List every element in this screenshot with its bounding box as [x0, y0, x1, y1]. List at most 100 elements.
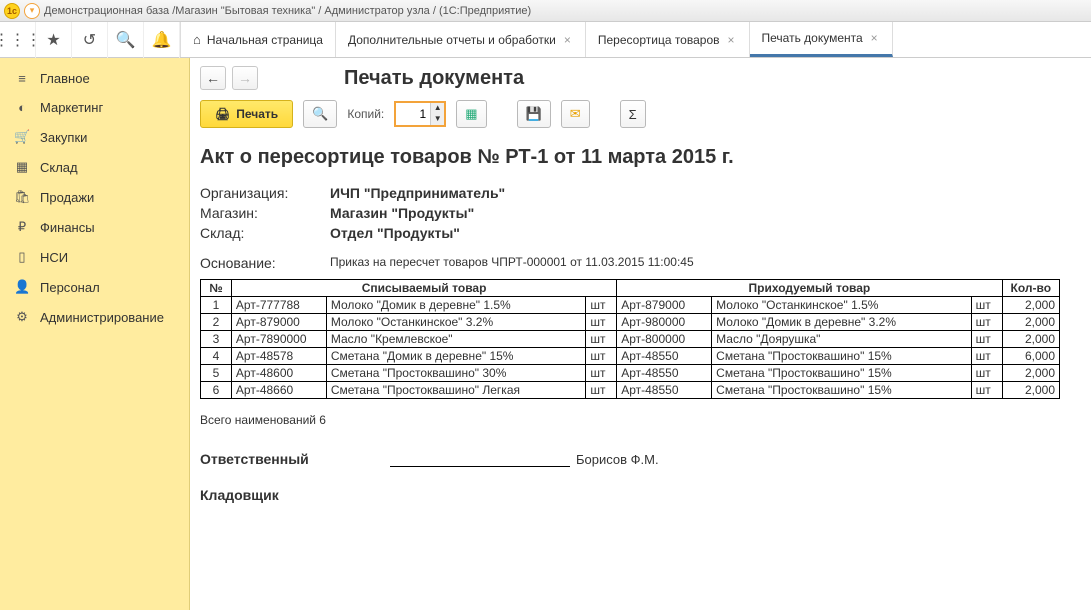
tab-печать-документа[interactable]: Печать документа×	[750, 22, 893, 57]
cell: Сметана "Простоквашино" 15%	[712, 365, 971, 382]
cell: Молоко "Домик в деревне" 1.5%	[326, 297, 585, 314]
print-button[interactable]: 🖨 Печать	[200, 100, 293, 128]
cell: 6	[201, 382, 232, 399]
sidebar-label: Маркетинг	[40, 100, 103, 115]
cell: Масло "Кремлевское"	[326, 331, 585, 348]
org-label: Организация:	[200, 185, 330, 201]
history-icon[interactable]: ↺	[72, 22, 108, 58]
cell: 2,000	[1002, 314, 1059, 331]
save-button[interactable]: 💾	[517, 100, 551, 128]
action-toolbar: 🖨 Печать 🔍 Копий: ▲ ▼ ▦ 💾 ✉ Σ	[200, 100, 1081, 128]
copies-up[interactable]: ▲	[430, 103, 444, 114]
search-icon[interactable]: 🔍	[108, 22, 144, 58]
signature-line	[390, 451, 570, 467]
sidebar-label: Продажи	[40, 190, 94, 205]
copies-down[interactable]: ▼	[430, 114, 444, 125]
basis-value: Приказ на пересчет товаров ЧПРТ-000001 о…	[330, 255, 694, 271]
resp-label: Ответственный	[200, 451, 390, 467]
store-label: Кладовщик	[200, 487, 390, 503]
table-row[interactable]: 5Арт-48600Сметана "Простоквашино" 30%штА…	[201, 365, 1060, 382]
table-button[interactable]: ▦	[456, 100, 486, 128]
cell: Сметана "Простоквашино" 15%	[712, 348, 971, 365]
doc-heading: Акт о пересортице товаров № РТ-1 от 11 м…	[200, 146, 1081, 169]
table-row[interactable]: 4Арт-48578Сметана "Домик в деревне" 15%ш…	[201, 348, 1060, 365]
cell: 1	[201, 297, 232, 314]
sidebar-icon: ▦	[14, 159, 30, 175]
sidebar-icon: 👤	[14, 279, 30, 295]
quick-tools: ⋮⋮⋮ ★ ↺ 🔍 🔔	[0, 22, 181, 57]
responsible-row: Ответственный Борисов Ф.М.	[200, 451, 1081, 467]
cell: Арт-7890000	[231, 331, 326, 348]
sidebar-item-склад[interactable]: ▦Склад	[0, 152, 189, 182]
sidebar-item-финансы[interactable]: ₽Финансы	[0, 212, 189, 242]
cell: Арт-980000	[617, 314, 712, 331]
sum-button[interactable]: Σ	[620, 100, 646, 128]
sidebar-item-продажи[interactable]: 🛍 Продажи	[0, 182, 189, 212]
sidebar-label: Персонал	[40, 280, 100, 295]
cell: 6,000	[1002, 348, 1059, 365]
tab-label: Пересортица товаров	[598, 33, 720, 47]
tab-начальная-страница[interactable]: ⌂ Начальная страница	[181, 22, 336, 57]
cell: 3	[201, 331, 232, 348]
close-icon[interactable]: ×	[562, 33, 573, 47]
cell: шт	[586, 314, 617, 331]
table-row[interactable]: 3Арт-7890000Масло "Кремлевское" шт Арт-800…	[201, 331, 1060, 348]
sidebar-icon: 🛍	[14, 189, 30, 205]
tab-label: Начальная страница	[207, 33, 323, 47]
cell: 2,000	[1002, 382, 1059, 399]
table-row[interactable]: 1Арт-777788Молоко "Домик в деревне" 1.5%…	[201, 297, 1060, 314]
basis-label: Основание:	[200, 255, 330, 271]
apps-icon[interactable]: ⋮⋮⋮	[0, 22, 36, 58]
cell: шт	[971, 331, 1002, 348]
sidebar-item-закупки[interactable]: 🛒Закупки	[0, 122, 189, 152]
cell: Арт-777788	[231, 297, 326, 314]
shop-label: Магазин:	[200, 205, 330, 221]
back-button[interactable]: ←	[200, 66, 226, 90]
sidebar-item-маркетинг[interactable]: ◐ Маркетинг	[0, 93, 189, 122]
cell: Арт-800000	[617, 331, 712, 348]
save-icon: 💾	[526, 106, 542, 122]
cell: Арт-48550	[617, 365, 712, 382]
sidebar-label: Финансы	[40, 220, 95, 235]
cell: шт	[971, 314, 1002, 331]
sidebar-item-нси[interactable]: ▯НСИ	[0, 242, 189, 272]
total-line: Всего наименований 6	[200, 413, 1081, 427]
table-row[interactable]: 6Арт-48660Сметана "Простоквашино" Легкая…	[201, 382, 1060, 399]
app-logo-icon: 1c	[4, 3, 20, 19]
sigma-icon: Σ	[629, 107, 637, 122]
cell: шт	[971, 297, 1002, 314]
star-icon[interactable]: ★	[36, 22, 72, 58]
tab-bar: ⌂ Начальная страница Дополнительные отчеты…	[181, 22, 1091, 57]
copies-label: Копий:	[347, 107, 384, 121]
close-icon[interactable]: ×	[869, 31, 880, 45]
cell: 5	[201, 365, 232, 382]
email-button[interactable]: ✉	[561, 100, 590, 128]
tab-дополнительные-отчеты-и-обработки[interactable]: Дополнительные отчеты и обработки×	[336, 22, 586, 57]
cell: Сметана "Простоквашино" 30%	[326, 365, 585, 382]
copies-input[interactable]	[396, 103, 430, 125]
cell: Арт-48578	[231, 348, 326, 365]
col-num: №	[201, 280, 232, 297]
dropdown-icon[interactable]: ▾	[24, 3, 40, 19]
bell-icon[interactable]: 🔔	[144, 22, 180, 58]
cell: Сметана "Простоквашино" 15%	[712, 382, 971, 399]
preview-button[interactable]: 🔍	[303, 100, 337, 128]
forward-button[interactable]: →	[232, 66, 258, 90]
copies-stepper[interactable]: ▲ ▼	[394, 101, 446, 127]
sidebar-item-главное[interactable]: ≡Главное	[0, 64, 189, 93]
sidebar-label: Администрирование	[40, 310, 164, 325]
sidebar-item-администрирование[interactable]: ⚙Администрирование	[0, 302, 189, 332]
shop-value: Магазин "Продукты"	[330, 205, 474, 221]
sidebar-item-персонал[interactable]: 👤 Персонал	[0, 272, 189, 302]
close-icon[interactable]: ×	[726, 33, 737, 47]
col-in: Приходуемый товар	[617, 280, 1002, 297]
sidebar-icon: ◐	[14, 100, 30, 115]
tab-пересортица-товаров[interactable]: Пересортица товаров ×	[586, 22, 750, 57]
cell: шт	[971, 365, 1002, 382]
table-row[interactable]: 2Арт-879000Молоко "Останкинское" 3.2%штА…	[201, 314, 1060, 331]
home-icon: ⌂	[193, 32, 201, 47]
table-icon: ▦	[465, 106, 477, 122]
cell: Сметана "Простоквашино" Легкая	[326, 382, 585, 399]
cell: 2,000	[1002, 331, 1059, 348]
sidebar-icon: ▯	[14, 249, 30, 265]
